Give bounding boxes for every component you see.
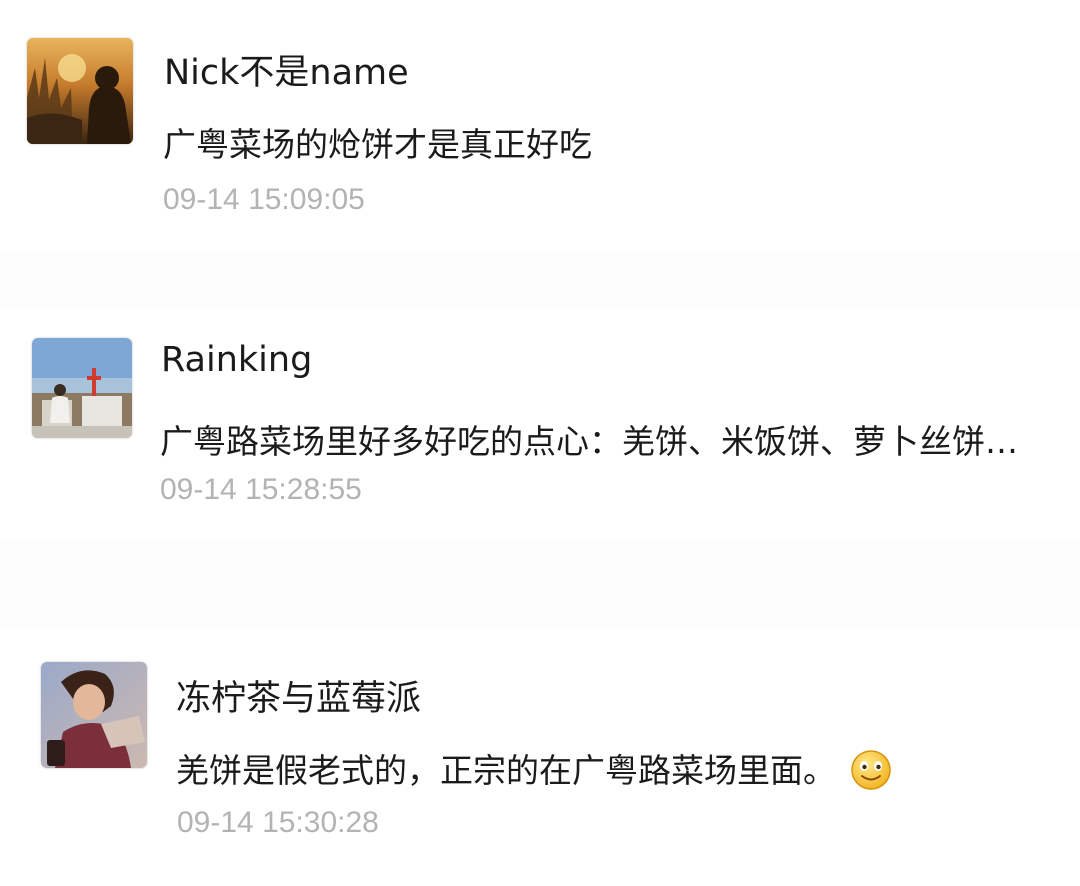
comment-text: 广粤路菜场里好多好吃的点心：羌饼、米饭饼、萝卜丝饼… (160, 422, 1018, 461)
smile-emoji-icon (851, 749, 891, 790)
comment-text-content: 羌饼是假老式的，正宗的在广粤路菜场里面。 (176, 751, 836, 790)
username[interactable]: 冻柠茶与蓝莓派 (176, 670, 421, 721)
user-avatar[interactable] (32, 338, 132, 438)
timestamp: 09-14 15:30:28 (177, 806, 379, 839)
username[interactable]: Nick不是name (164, 44, 409, 95)
coastal-church-avatar-icon (32, 338, 132, 438)
timestamp: 09-14 15:28:55 (160, 473, 362, 506)
separator-band (0, 250, 1080, 310)
timestamp: 09-14 15:09:05 (163, 183, 365, 216)
comment-item: 冻柠茶与蓝莓派 羌饼是假老式的，正宗的在广粤路菜场里面。 09-14 15:30… (0, 630, 1080, 886)
comment-text: 羌饼是假老式的，正宗的在广粤路菜场里面。 (176, 744, 892, 792)
user-avatar[interactable] (41, 662, 147, 768)
separator-band (0, 540, 1080, 630)
username[interactable]: Rainking (161, 340, 312, 380)
comment-item: Nick不是name 广粤菜场的炝饼才是真正好吃 09-14 15:09:05 (0, 0, 1080, 250)
comment-text: 广粤菜场的炝饼才是真正好吃 (163, 125, 592, 164)
sunset-field-avatar-icon (27, 38, 133, 144)
woman-portrait-avatar-icon (41, 662, 147, 768)
user-avatar[interactable] (27, 38, 133, 144)
comment-item: Rainking 广粤路菜场里好多好吃的点心：羌饼、米饭饼、萝卜丝饼… 09-1… (0, 310, 1080, 540)
